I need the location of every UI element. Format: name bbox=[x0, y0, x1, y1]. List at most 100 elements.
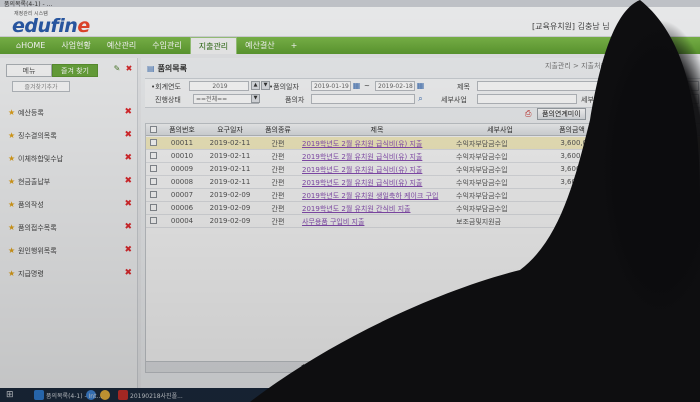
add-favorite-button[interactable]: 즐겨찾기추가 bbox=[12, 81, 70, 92]
cell-type: 간편 bbox=[271, 140, 285, 148]
delete-icon[interactable]: ✖ bbox=[124, 200, 132, 209]
cell-title[interactable]: 2019학년도 2월 유치원 급식비(유) 지출 bbox=[300, 152, 454, 162]
cell-status[interactable]: 원인행위 bbox=[598, 165, 638, 175]
row-checkbox[interactable] bbox=[150, 178, 157, 185]
screen: 품의목록(4-1) - ... 재정관리 시스템 edufine [교육유치원]… bbox=[0, 0, 700, 402]
pdf-icon bbox=[118, 390, 128, 400]
content-area: ▤ 품의목록 지출관리 > 지출처리 > 품 •회계연도 2019 ▲ ▼ •품의… bbox=[141, 58, 700, 388]
col-header-project[interactable]: 세부사업 bbox=[454, 125, 546, 135]
row-checkbox[interactable] bbox=[150, 204, 157, 211]
favorite-item[interactable]: ★ 이체하합및수납 ✖ bbox=[8, 147, 134, 170]
browser-taskbar-icon bbox=[34, 390, 44, 400]
subproject-field[interactable] bbox=[477, 94, 577, 104]
date-from-field[interactable]: 2019-01-19 bbox=[311, 81, 351, 91]
status-select[interactable]: ==전체== bbox=[193, 94, 259, 104]
chevron-down-icon[interactable]: ▼ bbox=[251, 94, 260, 103]
nav-settlement[interactable]: 예산결산 bbox=[237, 37, 282, 54]
app-header: 재정관리 시스템 edufine [교육유치원] 김충남 님 bbox=[0, 7, 700, 37]
row-checkbox[interactable] bbox=[150, 165, 157, 172]
col-header-amount[interactable]: 품의금액 bbox=[546, 125, 598, 135]
subject-field[interactable] bbox=[477, 81, 699, 91]
logo-accent: e bbox=[77, 15, 90, 37]
delete-icon[interactable]: ✖ bbox=[124, 223, 132, 232]
fiscal-year-label: •회계연도 bbox=[151, 83, 181, 91]
nav-home[interactable]: ⌂HOME bbox=[8, 37, 53, 54]
delete-icon[interactable]: ✖ bbox=[124, 131, 132, 140]
cell-status[interactable]: 원인행위 bbox=[598, 191, 638, 201]
row-checkbox[interactable] bbox=[150, 139, 157, 146]
nav-more-button[interactable]: + bbox=[283, 41, 306, 50]
cell-status[interactable]: 원인지정 bbox=[598, 139, 638, 149]
cell-date: 2019-02-11 bbox=[209, 178, 251, 186]
table-row[interactable]: 00007 2019-02-09 간편 2019학년도 2월 유치원 생일축하 케이크… bbox=[146, 189, 700, 202]
approval-info-button[interactable]: 결재정보 bbox=[597, 108, 633, 120]
search-icon[interactable]: ⌕ bbox=[416, 94, 425, 103]
delete-icon[interactable]: ✖ bbox=[124, 108, 132, 117]
favorite-item[interactable]: ★ 현금출납부 ✖ bbox=[8, 170, 134, 193]
item-field[interactable] bbox=[615, 94, 699, 104]
cell-project: 보조금및지원금 bbox=[456, 218, 502, 226]
fiscal-year-field[interactable]: 2019 bbox=[189, 81, 249, 91]
col-header-type[interactable]: 품의종류 bbox=[256, 125, 300, 135]
favorite-item[interactable]: ★ 징수결의목록 ✖ bbox=[8, 124, 134, 147]
select-all-checkbox[interactable] bbox=[150, 126, 157, 133]
tab-favorites[interactable]: 즐겨 찾기 bbox=[52, 64, 98, 77]
favorite-item[interactable]: ★ 품의접수목록 ✖ bbox=[8, 216, 134, 239]
drafter-field[interactable] bbox=[311, 94, 415, 104]
nav-expenditure[interactable]: 지출관리 bbox=[189, 37, 238, 54]
calendar-icon[interactable]: ▦ bbox=[416, 81, 425, 90]
cell-date: 2019-02-09 bbox=[209, 217, 251, 225]
cell-status[interactable]: 결수완료 bbox=[598, 152, 638, 162]
date-separator: ~ bbox=[364, 82, 370, 90]
col-header-no[interactable]: 품의번호 bbox=[160, 125, 204, 135]
delete-icon[interactable]: ✖ bbox=[124, 269, 132, 278]
delete-icon[interactable]: ✖ bbox=[124, 177, 132, 186]
cell-project: 수익자부담금수입 bbox=[456, 192, 508, 200]
cell-status[interactable]: 원인행위 bbox=[598, 217, 638, 227]
cell-no: 00008 bbox=[170, 178, 194, 186]
delete-icon[interactable]: ✖ bbox=[124, 154, 132, 163]
favorite-item[interactable]: ★ 품의작성 ✖ bbox=[8, 193, 134, 216]
col-header-date[interactable]: 요구일자 bbox=[204, 125, 256, 135]
cell-title[interactable]: 2019학년도 2월 유치원 간식비 지출 bbox=[300, 204, 454, 214]
windows-start-icon[interactable]: ⊞ bbox=[6, 390, 16, 400]
cell-title[interactable]: 2019학년도 2월 유치원 급식비(유) 지출 bbox=[300, 139, 454, 149]
cell-title[interactable]: 2019학년도 2월 유치원 생일축하 케이크 구입 bbox=[300, 191, 454, 201]
table-row[interactable]: 00008 2019-02-11 간편 2019학년도 2월 유치원 급식비(유) 지… bbox=[146, 176, 700, 189]
table-row[interactable]: 00010 2019-02-11 간편 2019학년도 2월 유치원 급식비(유) 지… bbox=[146, 150, 700, 163]
nav-business-status[interactable]: 사업현황 bbox=[53, 37, 98, 54]
tab-menu[interactable]: 메뉴 bbox=[6, 64, 52, 77]
favorite-item[interactable]: ★ 원인행위목록 ✖ bbox=[8, 239, 134, 262]
nav-revenue[interactable]: 수입관리 bbox=[144, 37, 189, 54]
taskbar-item-file[interactable]: 20190218사진폴... bbox=[130, 391, 183, 400]
edufine-logo[interactable]: edufine bbox=[12, 15, 90, 37]
table-row[interactable]: 00004 2019-02-09 간편 사무용품 구입비 지출 보조금및지원금 200,0… bbox=[146, 215, 700, 228]
cell-status[interactable]: 원인행위 bbox=[598, 204, 638, 214]
pin-icon[interactable]: ✎ bbox=[112, 64, 122, 74]
cell-title[interactable]: 2019학년도 2월 유치원 급식비(유) 지출 bbox=[300, 165, 454, 175]
col-header-status[interactable]: 상태 bbox=[598, 125, 638, 135]
row-checkbox[interactable] bbox=[150, 152, 157, 159]
cell-title[interactable]: 2019학년도 2월 유치원 급식비(유) 지출 bbox=[300, 178, 454, 188]
cell-status[interactable]: 원인행위 bbox=[598, 178, 638, 188]
bulk-print-button[interactable]: 품의연계미이 bbox=[537, 108, 586, 120]
row-checkbox[interactable] bbox=[150, 191, 157, 198]
table-row[interactable]: 00011 2019-02-11 간편 2019학년도 2월 유치원 급식비(유) 지… bbox=[146, 137, 700, 150]
main-nav: ⌂HOME 사업현황 예산관리 수입관리 지출관리 예산결산 + bbox=[0, 37, 700, 54]
nav-budget[interactable]: 예산관리 bbox=[99, 37, 144, 54]
taskbar-item-browser[interactable]: 품의목록(4-1) - Int... bbox=[46, 391, 102, 400]
cell-no: 00009 bbox=[170, 165, 194, 173]
col-header-title[interactable]: 제목 bbox=[300, 125, 454, 135]
close-icon[interactable]: ✖ bbox=[124, 64, 134, 74]
calendar-icon[interactable]: ▦ bbox=[352, 81, 361, 90]
favorite-item[interactable]: ★ 예산등록 ✖ bbox=[8, 101, 134, 124]
cell-title[interactable]: 사무용품 구입비 지출 bbox=[300, 217, 454, 227]
date-to-field[interactable]: 2019-02-18 bbox=[375, 81, 415, 91]
year-up-button[interactable]: ▲ bbox=[251, 81, 260, 90]
table-row[interactable]: 00009 2019-02-11 간편 2019학년도 2월 유치원 급식비(유) 지… bbox=[146, 163, 700, 176]
drafter-label: 품의자 bbox=[285, 96, 305, 104]
delete-icon[interactable]: ✖ bbox=[124, 246, 132, 255]
row-checkbox[interactable] bbox=[150, 217, 157, 224]
favorite-item[interactable]: ★ 지급명령 ✖ bbox=[8, 262, 134, 285]
table-row[interactable]: 00006 2019-02-09 간편 2019학년도 2월 유치원 간식비 지출 수익… bbox=[146, 202, 700, 215]
